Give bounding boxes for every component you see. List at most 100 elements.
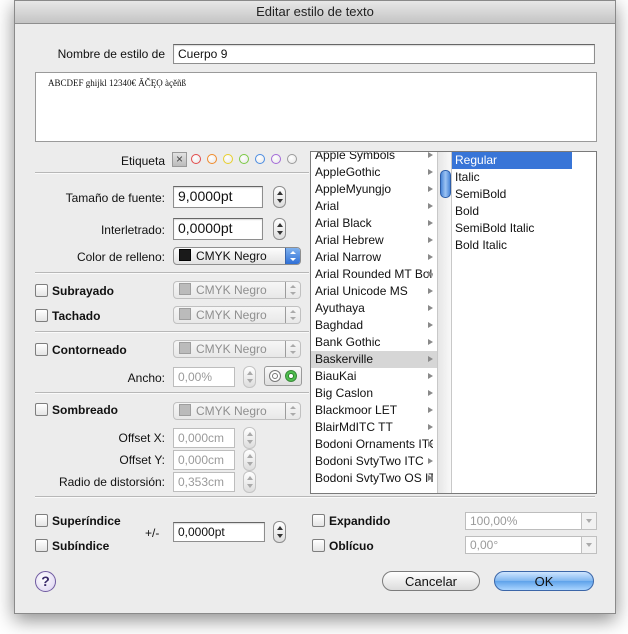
tag-color-dot[interactable] [287, 154, 297, 164]
font-list-item[interactable]: Bodoni SvtyTwo OS ITC [311, 470, 437, 487]
fill-color-label: Color de relleno: [76, 250, 165, 264]
font-name: Arial [315, 199, 340, 213]
offset-y-input[interactable]: 0,000cm [173, 450, 235, 470]
subscript-checkbox[interactable] [35, 539, 48, 552]
font-list-item[interactable]: Arial Black [311, 215, 437, 232]
strikethrough-color-popup[interactable]: CMYK Negro [173, 306, 301, 324]
font-name: BiauKai [315, 369, 357, 383]
font-size-input[interactable]: 9,0000pt [173, 186, 263, 208]
submenu-arrow-icon [428, 254, 433, 260]
leading-input[interactable]: 0,0000pt [173, 218, 263, 240]
font-list-item[interactable]: Bank Gothic [311, 334, 437, 351]
font-style-list[interactable]: Regular Italic SemiBold Bold SemiBold Italic… [452, 152, 576, 493]
strikethrough-checkbox[interactable] [35, 309, 48, 322]
tag-color-dot[interactable] [239, 154, 249, 164]
outline-width-input[interactable]: 0,00% [173, 367, 235, 387]
outline-width-stepper[interactable] [243, 366, 256, 388]
outline-inside-icon[interactable] [285, 370, 297, 382]
font-style-item[interactable]: SemiBold [452, 186, 572, 203]
underline-label: Subrayado [52, 284, 115, 298]
font-list-item[interactable]: Blackmoor LET [311, 402, 437, 419]
leading-label: Interletrado: [100, 223, 165, 237]
font-size-stepper[interactable] [273, 186, 286, 208]
underline-checkbox[interactable] [35, 284, 48, 297]
outline-color-value: CMYK Negro [196, 342, 267, 356]
expanded-dropdown-button[interactable] [581, 512, 597, 530]
offset-y-stepper[interactable] [243, 449, 256, 471]
oblique-input[interactable]: 0,00° [465, 536, 583, 554]
shadow-color-popup[interactable]: CMYK Negro [173, 402, 301, 420]
submenu-arrow-icon [428, 152, 433, 158]
font-name: Bodoni Ornaments ITC [315, 437, 433, 451]
font-list-item[interactable]: AppleGothic [311, 164, 437, 181]
outline-outside-icon[interactable] [269, 370, 281, 382]
fill-color-popup[interactable]: CMYK Negro [173, 247, 301, 265]
help-button[interactable]: ? [35, 571, 56, 592]
font-list-item[interactable]: Bodoni SvtyTwo ITC [311, 453, 437, 470]
font-list-item[interactable]: Arial [311, 198, 437, 215]
offset-x-input[interactable]: 0,000cm [173, 428, 235, 448]
expanded-checkbox[interactable] [312, 514, 325, 527]
leading-stepper[interactable] [273, 218, 286, 240]
window-title: Editar estilo de texto [15, 1, 615, 24]
font-name: Baskerville [315, 352, 374, 366]
font-list-item[interactable]: Arial Rounded MT Bold [311, 266, 437, 283]
font-list-item[interactable]: Baghdad [311, 317, 437, 334]
submenu-arrow-icon [428, 322, 433, 328]
edit-text-style-dialog: Editar estilo de texto Nombre de estilo … [14, 0, 616, 614]
baseline-shift-stepper[interactable] [273, 521, 286, 543]
oblique-checkbox[interactable] [312, 539, 325, 552]
font-list-item[interactable]: Big Caslon [311, 385, 437, 402]
font-style-item[interactable]: Regular [452, 152, 572, 169]
chevron-down-icon [586, 543, 592, 547]
ok-button[interactable]: OK [494, 571, 594, 591]
font-name: Ayuthaya [315, 301, 365, 315]
style-name-input[interactable]: Cuerpo 9 [173, 44, 595, 64]
shadow-color-value: CMYK Negro [196, 404, 267, 418]
offset-x-stepper[interactable] [243, 427, 256, 449]
clear-tag-icon[interactable]: × [172, 152, 187, 167]
tag-color-dot[interactable] [223, 154, 233, 164]
cancel-button[interactable]: Cancelar [382, 571, 480, 591]
font-name: Bodoni SvtyTwo ITC [315, 454, 424, 468]
oblique-dropdown-button[interactable] [581, 536, 597, 554]
blur-radius-stepper[interactable] [243, 471, 256, 493]
scrollbar-thumb[interactable] [440, 170, 451, 198]
font-style-item[interactable]: Bold Italic [452, 237, 572, 254]
font-list-item[interactable]: Arial Narrow [311, 249, 437, 266]
font-list-scrollbar[interactable] [437, 152, 452, 493]
separator [35, 496, 595, 498]
superscript-checkbox[interactable] [35, 514, 48, 527]
font-style-item[interactable]: SemiBold Italic [452, 220, 572, 237]
submenu-arrow-icon [428, 458, 433, 464]
outline-position-control[interactable] [264, 366, 302, 386]
shadow-checkbox[interactable] [35, 403, 48, 416]
font-style-item[interactable]: Italic [452, 169, 572, 186]
outline-color-popup[interactable]: CMYK Negro [173, 340, 301, 358]
outline-checkbox[interactable] [35, 343, 48, 356]
expanded-input[interactable]: 100,00% [465, 512, 583, 530]
font-list-item[interactable]: Bodoni Ornaments ITC [311, 436, 437, 453]
tag-color-dot[interactable] [207, 154, 217, 164]
font-style-item[interactable]: Bold [452, 203, 572, 220]
font-list-item[interactable]: Baskerville [311, 351, 437, 368]
fill-color-value: CMYK Negro [196, 249, 267, 263]
tag-color-dot[interactable] [191, 154, 201, 164]
font-list-item[interactable]: Arial Unicode MS [311, 283, 437, 300]
font-list-item[interactable]: BlairMdITC TT [311, 419, 437, 436]
font-list-item[interactable]: Ayuthaya [311, 300, 437, 317]
baseline-shift-input[interactable]: 0,0000pt [173, 522, 265, 542]
separator [35, 331, 309, 333]
font-list-item[interactable]: Arial Hebrew [311, 232, 437, 249]
underline-color-popup[interactable]: CMYK Negro [173, 281, 301, 299]
font-list-item[interactable]: BiauKai [311, 368, 437, 385]
font-name: Arial Black [315, 216, 372, 230]
font-browser: Apple Symbols AppleGothic AppleMyungjo Aria… [310, 151, 597, 494]
font-list-item[interactable]: Apple Symbols [311, 152, 437, 164]
tag-color-dot[interactable] [271, 154, 281, 164]
font-list-item[interactable]: AppleMyungjo [311, 181, 437, 198]
font-family-list[interactable]: Apple Symbols AppleGothic AppleMyungjo Aria… [311, 152, 437, 493]
tag-color-dot[interactable] [255, 154, 265, 164]
font-name: Arial Rounded MT Bold [315, 267, 433, 281]
blur-radius-input[interactable]: 0,353cm [173, 472, 235, 492]
